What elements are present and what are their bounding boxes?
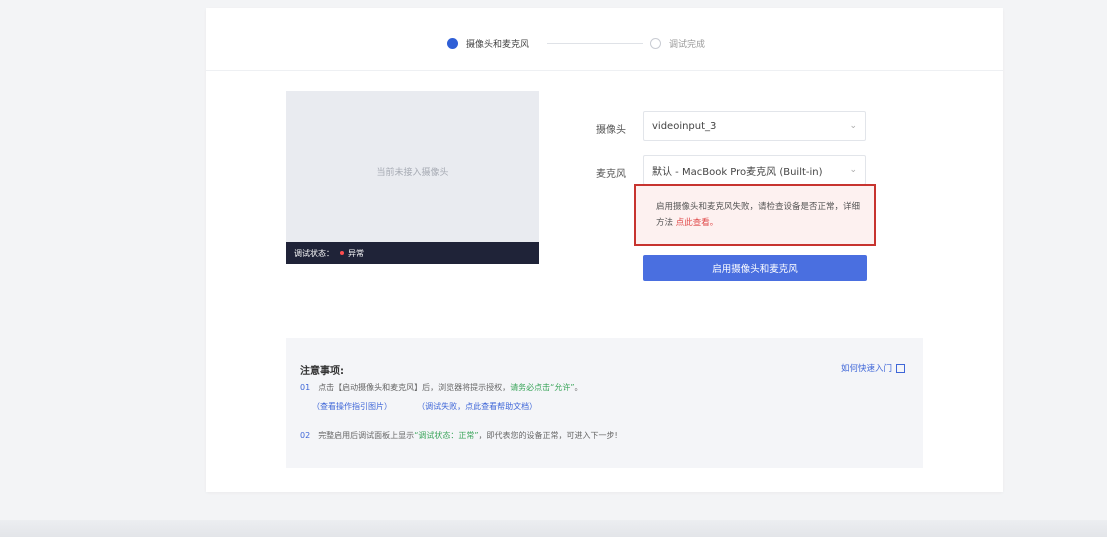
note-highlight: “调试状态：正常”	[414, 431, 479, 440]
quick-start-link[interactable]: 如何快速入门	[841, 362, 905, 374]
external-link-icon	[896, 363, 905, 373]
preview-placeholder: 当前未接入摄像头	[376, 168, 449, 178]
note-item-1-links: （查看操作指引图片） （调试失败，点此查看帮助文档）	[312, 401, 537, 412]
bottom-shade	[0, 520, 1107, 537]
camera-label: 摄像头	[596, 125, 626, 136]
step-camera-mic: 摄像头和麦克风	[447, 37, 529, 50]
alert-help-link[interactable]: 点此查看。	[676, 218, 719, 228]
camera-select-value: videoinput_3	[652, 120, 717, 132]
guide-image-link[interactable]: （查看操作指引图片）	[312, 402, 392, 411]
error-alert: 启用摄像头和麦克风失败，请检查设备是否正常，详细方法 点此查看。	[634, 184, 876, 246]
error-dot-icon	[340, 251, 344, 255]
step-debug-complete: 调试完成	[650, 37, 705, 50]
note-number: 02	[300, 431, 311, 440]
help-doc-link[interactable]: （调试失败，点此查看帮助文档）	[417, 402, 537, 411]
step-active-dot-icon	[447, 38, 458, 49]
camera-select[interactable]: videoinput_3 ⌄	[643, 111, 866, 141]
notes-title: 注意事项:	[300, 366, 344, 377]
status-label: 调试状态：	[294, 248, 334, 258]
note-punct: 。	[574, 383, 583, 392]
note-text: 点击【启动摄像头和麦克风】后，浏览器将提示授权，	[318, 383, 511, 392]
step-label: 调试完成	[669, 40, 706, 50]
quick-start-link-label: 如何快速入门	[840, 364, 892, 374]
note-number: 01	[300, 383, 311, 392]
camera-preview: 当前未接入摄像头 调试状态： 异常	[286, 91, 539, 264]
mic-select[interactable]: 默认 - MacBook Pro麦克风 (Built-in) ⌄	[643, 155, 866, 185]
chevron-down-icon: ⌄	[849, 165, 857, 175]
notes-panel: 注意事项: 如何快速入门 01 点击【启动摄像头和麦克风】后，浏览器将提示授权，请…	[286, 338, 923, 468]
mic-label: 麦克风	[596, 169, 626, 180]
note-item-1: 01 点击【启动摄像头和麦克风】后，浏览器将提示授权，请务必点击“允许”。	[300, 382, 582, 393]
stepper: 摄像头和麦克风 调试完成	[206, 8, 1003, 71]
debug-status-bar: 调试状态： 异常	[286, 242, 539, 264]
step-idle-dot-icon	[650, 38, 661, 49]
chevron-down-icon: ⌄	[849, 121, 857, 131]
step-connector	[547, 43, 643, 44]
enable-camera-mic-button[interactable]: 启用摄像头和麦克风	[643, 255, 867, 281]
note-text: ，即代表您的设备正常，可进入下一步!	[478, 431, 618, 440]
note-item-2: 02 完整启用后调试面板上显示“调试状态：正常”，即代表您的设备正常，可进入下一步…	[300, 430, 618, 441]
status-value: 异常	[348, 248, 364, 258]
step-label: 摄像头和麦克风	[466, 40, 530, 50]
main-card: 摄像头和麦克风 调试完成 当前未接入摄像头 调试状态： 异常 摄像头 video…	[206, 8, 1003, 492]
mic-select-value: 默认 - MacBook Pro麦克风 (Built-in)	[652, 166, 823, 178]
note-highlight: 请务必点击“允许”	[510, 383, 575, 392]
note-text: 完整启用后调试面板上显示	[318, 431, 415, 440]
